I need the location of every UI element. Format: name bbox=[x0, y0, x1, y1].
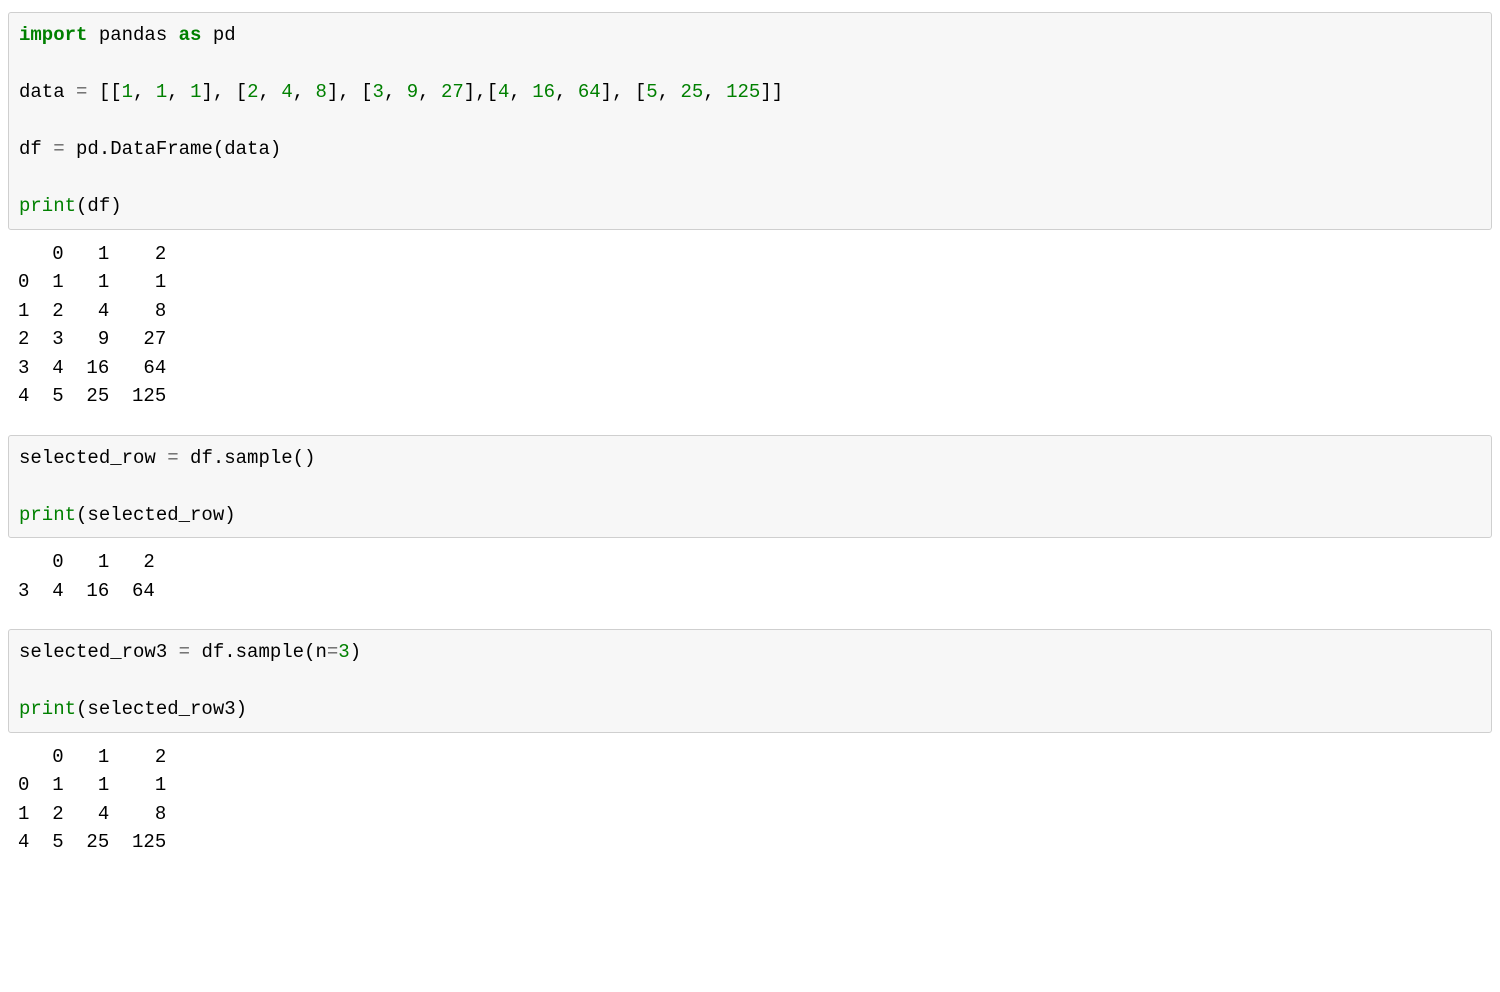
num: 64 bbox=[578, 81, 601, 103]
output-cell-2: 0 1 2 3 4 16 64 bbox=[8, 542, 1492, 615]
text bbox=[179, 447, 190, 469]
var-selected-row3: selected_row3 bbox=[19, 641, 167, 663]
var-df: df bbox=[19, 138, 42, 160]
builtin-print: print bbox=[19, 504, 76, 526]
text: , bbox=[509, 81, 532, 103]
text bbox=[65, 138, 76, 160]
text: , bbox=[133, 81, 156, 103]
num: 1 bbox=[156, 81, 167, 103]
num: 9 bbox=[407, 81, 418, 103]
code-cell-1[interactable]: import pandas as pd data = [[1, 1, 1], [… bbox=[8, 12, 1492, 230]
num: 2 bbox=[247, 81, 258, 103]
text: , bbox=[418, 81, 441, 103]
text bbox=[156, 447, 167, 469]
text: ]] bbox=[760, 81, 783, 103]
num: 1 bbox=[190, 81, 201, 103]
num: 125 bbox=[726, 81, 760, 103]
operator-eq: = bbox=[53, 138, 64, 160]
operator-eq: = bbox=[167, 447, 178, 469]
output-cell-3: 0 1 2 0 1 1 1 1 2 4 8 4 5 25 125 bbox=[8, 737, 1492, 867]
text: ], [ bbox=[327, 81, 373, 103]
text bbox=[87, 81, 98, 103]
text bbox=[42, 138, 53, 160]
text bbox=[87, 24, 98, 46]
num: 3 bbox=[373, 81, 384, 103]
call-dataframe: pd.DataFrame(data) bbox=[76, 138, 281, 160]
bracket: [[ bbox=[99, 81, 122, 103]
builtin-print: print bbox=[19, 195, 76, 217]
text: , bbox=[384, 81, 407, 103]
num: 16 bbox=[532, 81, 555, 103]
call-sample: df.sample() bbox=[190, 447, 315, 469]
keyword-as: as bbox=[179, 24, 202, 46]
text: , bbox=[658, 81, 681, 103]
text: , bbox=[259, 81, 282, 103]
text: ], [ bbox=[201, 81, 247, 103]
module-pandas: pandas bbox=[99, 24, 167, 46]
print-arg: (selected_row) bbox=[76, 504, 236, 526]
num-3: 3 bbox=[338, 641, 349, 663]
call-sample-n-pre: df.sample(n bbox=[201, 641, 326, 663]
text: , bbox=[703, 81, 726, 103]
text bbox=[190, 641, 201, 663]
text bbox=[167, 24, 178, 46]
var-data: data bbox=[19, 81, 65, 103]
text: , bbox=[167, 81, 190, 103]
text bbox=[201, 24, 212, 46]
keyword-import: import bbox=[19, 24, 87, 46]
code-cell-2[interactable]: selected_row = df.sample() print(selecte… bbox=[8, 435, 1492, 539]
print-arg: (df) bbox=[76, 195, 122, 217]
num: 27 bbox=[441, 81, 464, 103]
print-arg: (selected_row3) bbox=[76, 698, 247, 720]
num: 8 bbox=[316, 81, 327, 103]
text bbox=[65, 81, 76, 103]
alias-pd: pd bbox=[213, 24, 236, 46]
num: 4 bbox=[281, 81, 292, 103]
num: 5 bbox=[646, 81, 657, 103]
operator-eq: = bbox=[76, 81, 87, 103]
var-selected-row: selected_row bbox=[19, 447, 156, 469]
num: 25 bbox=[681, 81, 704, 103]
text: , bbox=[555, 81, 578, 103]
output-cell-1: 0 1 2 0 1 1 1 1 2 4 8 2 3 9 27 3 4 16 64… bbox=[8, 234, 1492, 421]
call-close: ) bbox=[350, 641, 361, 663]
kwarg-eq: = bbox=[327, 641, 338, 663]
text: ], [ bbox=[601, 81, 647, 103]
code-cell-3[interactable]: selected_row3 = df.sample(n=3) print(sel… bbox=[8, 629, 1492, 733]
text bbox=[167, 641, 178, 663]
text: ],[ bbox=[464, 81, 498, 103]
text: , bbox=[293, 81, 316, 103]
operator-eq: = bbox=[179, 641, 190, 663]
num: 1 bbox=[122, 81, 133, 103]
builtin-print: print bbox=[19, 698, 76, 720]
num: 4 bbox=[498, 81, 509, 103]
